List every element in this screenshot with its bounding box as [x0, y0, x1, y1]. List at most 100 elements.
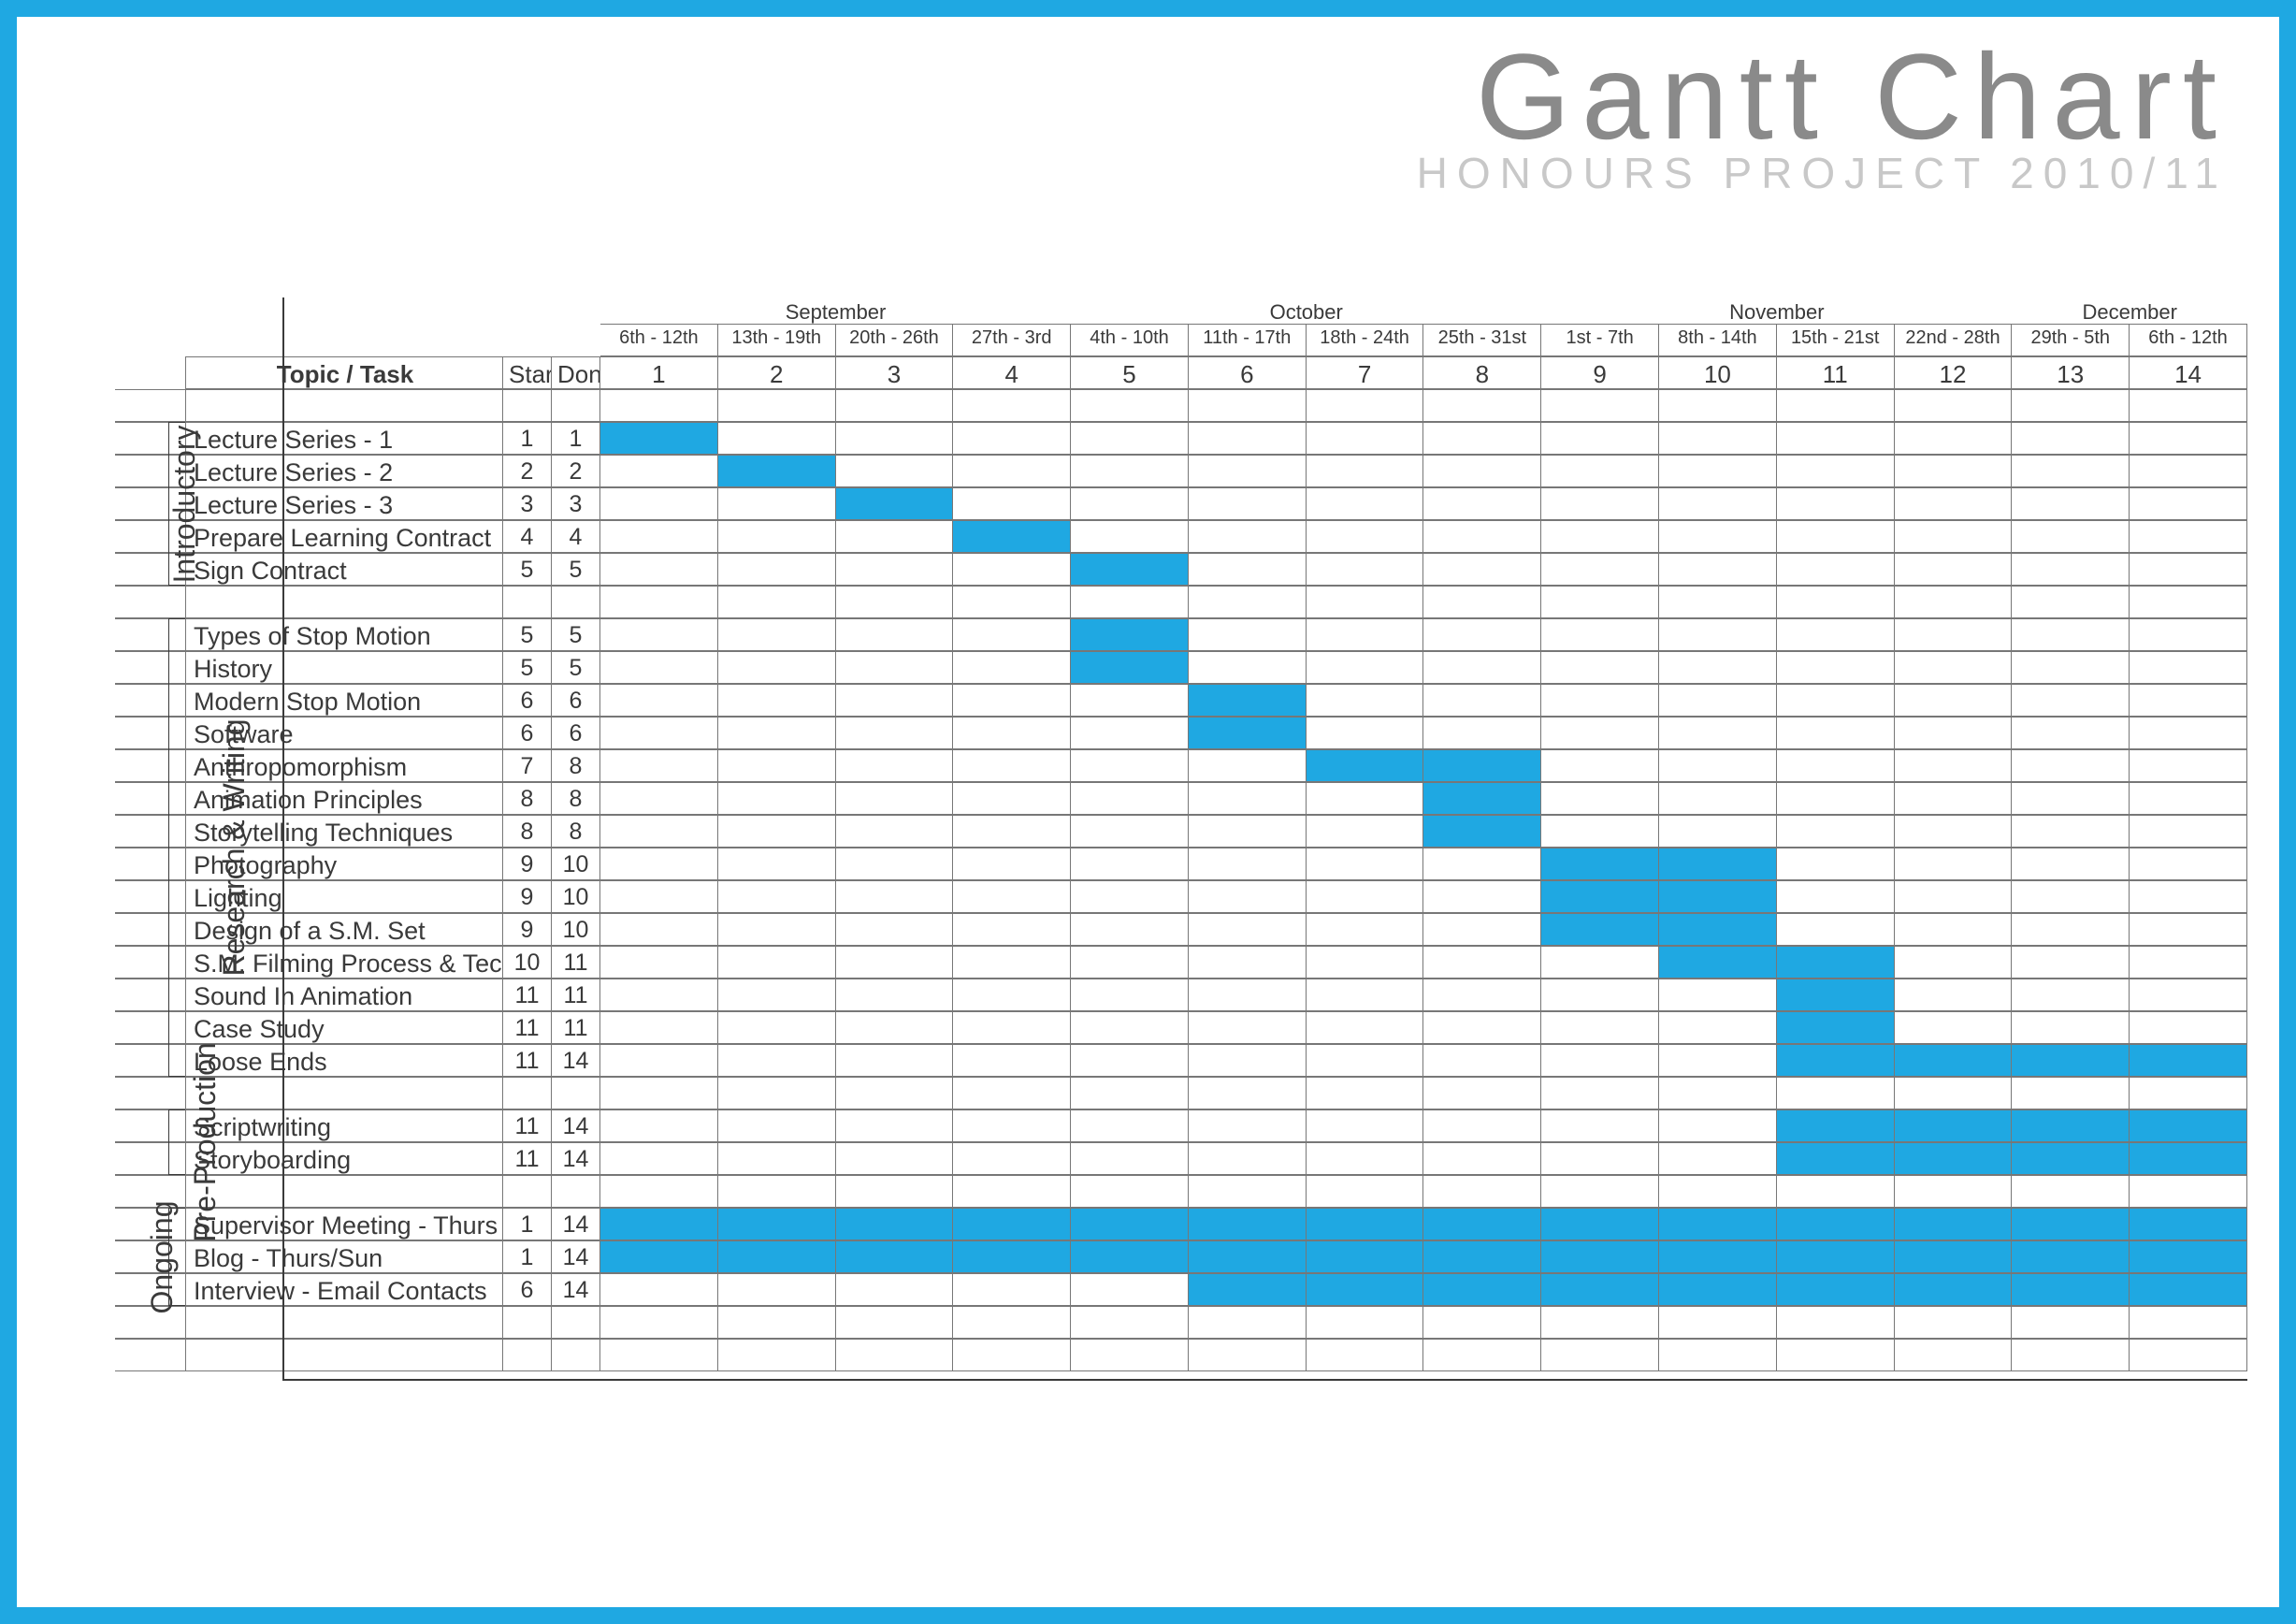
gantt-bar — [1659, 881, 1776, 912]
task-done: 1 — [552, 423, 599, 456]
gantt-cell — [1071, 618, 1189, 651]
gantt-cell — [1423, 520, 1541, 553]
gantt-cell — [1659, 651, 1777, 684]
task-start: 1 — [503, 1209, 551, 1241]
gantt-cell — [1659, 422, 1777, 455]
gantt-bar — [1777, 979, 1894, 1010]
gantt-cell — [2012, 684, 2130, 717]
gantt-cell — [1307, 848, 1424, 880]
gantt-cell — [600, 749, 718, 782]
gantt-bar — [1423, 1241, 1540, 1272]
gantt-cell — [718, 1142, 836, 1175]
gantt-bar — [1541, 1209, 1658, 1240]
gantt-cell — [1071, 553, 1189, 586]
task-start: 9 — [503, 881, 551, 914]
gantt-bar — [1659, 1241, 1776, 1272]
gantt-cell — [953, 815, 1071, 848]
gantt-cell — [1541, 651, 1659, 684]
gantt-bar — [2130, 1274, 2246, 1305]
gantt-cell — [1659, 979, 1777, 1011]
gantt-cell — [718, 553, 836, 586]
gantt-cell — [600, 782, 718, 815]
gantt-cell — [600, 1011, 718, 1044]
gantt-bar — [2012, 1143, 2129, 1174]
gantt-cell — [1189, 618, 1307, 651]
task-row: Types of Stop Motion55 — [115, 618, 2247, 651]
spacer-row — [115, 586, 2247, 618]
gantt-cell — [1189, 1273, 1307, 1306]
gantt-cell — [600, 717, 718, 749]
gantt-cell — [2130, 782, 2247, 815]
gantt-cell — [1895, 1273, 2013, 1306]
gantt-cell — [1895, 848, 2013, 880]
gantt-cell — [2012, 1011, 2130, 1044]
gantt-bar — [1777, 1045, 1894, 1076]
gantt-cell — [836, 1044, 954, 1077]
gantt-cell — [1423, 422, 1541, 455]
gantt-cell — [836, 880, 954, 913]
gantt-cell — [600, 815, 718, 848]
gantt-cell — [1423, 684, 1541, 717]
gantt-cell — [718, 815, 836, 848]
gantt-cell — [1189, 1240, 1307, 1273]
gantt-bar — [600, 1241, 717, 1272]
gantt-cell — [2130, 520, 2247, 553]
gantt-cell — [1071, 455, 1189, 487]
gantt-cell — [600, 979, 718, 1011]
gantt-cell — [953, 946, 1071, 979]
gantt-cell — [953, 848, 1071, 880]
task-start: 6 — [503, 1274, 551, 1307]
week-number: 2 — [718, 356, 836, 389]
gantt-cell — [836, 946, 954, 979]
gantt-cell — [1423, 1011, 1541, 1044]
task-start: 8 — [503, 816, 551, 848]
gantt-cell — [2012, 815, 2130, 848]
task-start: 1 — [503, 423, 551, 456]
gantt-bar — [2130, 1045, 2246, 1076]
gantt-cell — [718, 651, 836, 684]
task-start: 2 — [503, 456, 551, 488]
gantt-cell — [1659, 1208, 1777, 1240]
gantt-cell — [1071, 749, 1189, 782]
task-done: 10 — [552, 881, 599, 914]
task-row: Sound In Animation1111 — [115, 979, 2247, 1011]
gantt-cell — [600, 880, 718, 913]
gantt-bar — [836, 1209, 953, 1240]
gantt-cell — [2012, 1240, 2130, 1273]
gantt-cell — [1777, 455, 1895, 487]
gantt-cell — [1307, 880, 1424, 913]
gantt-cell — [600, 684, 718, 717]
gantt-cell — [2130, 1109, 2247, 1142]
gantt-cell — [1541, 520, 1659, 553]
week-number: 11 — [1777, 356, 1895, 389]
gantt-cell — [718, 782, 836, 815]
task-start: 5 — [503, 554, 551, 587]
week-number: 8 — [1423, 356, 1541, 389]
gantt-cell — [953, 520, 1071, 553]
gantt-cell — [1659, 1142, 1777, 1175]
gantt-cell — [1189, 1044, 1307, 1077]
week-number: 9 — [1541, 356, 1659, 389]
column-done-header: Done — [552, 357, 599, 392]
task-row: Sign Contract55 — [115, 553, 2247, 586]
gantt-cell — [836, 1011, 954, 1044]
gantt-bar — [1307, 1241, 1423, 1272]
gantt-cell — [2012, 1208, 2130, 1240]
gantt-bar — [1895, 1241, 2012, 1272]
gantt-bar — [1659, 848, 1776, 879]
gantt-bar — [2130, 1209, 2246, 1240]
gantt-cell — [1659, 782, 1777, 815]
spacer-row — [115, 389, 2247, 422]
gantt-cell — [953, 553, 1071, 586]
gantt-cell — [1541, 815, 1659, 848]
gantt-bar — [2130, 1110, 2246, 1141]
task-name: Lecture Series - 1 — [186, 423, 502, 457]
gantt-cell — [836, 1142, 954, 1175]
gantt-cell — [1189, 946, 1307, 979]
gantt-cell — [600, 487, 718, 520]
gantt-cell — [1071, 1011, 1189, 1044]
gantt-cell — [2130, 979, 2247, 1011]
gantt-cell — [1189, 913, 1307, 946]
gantt-cell — [1777, 946, 1895, 979]
gantt-cell — [953, 487, 1071, 520]
